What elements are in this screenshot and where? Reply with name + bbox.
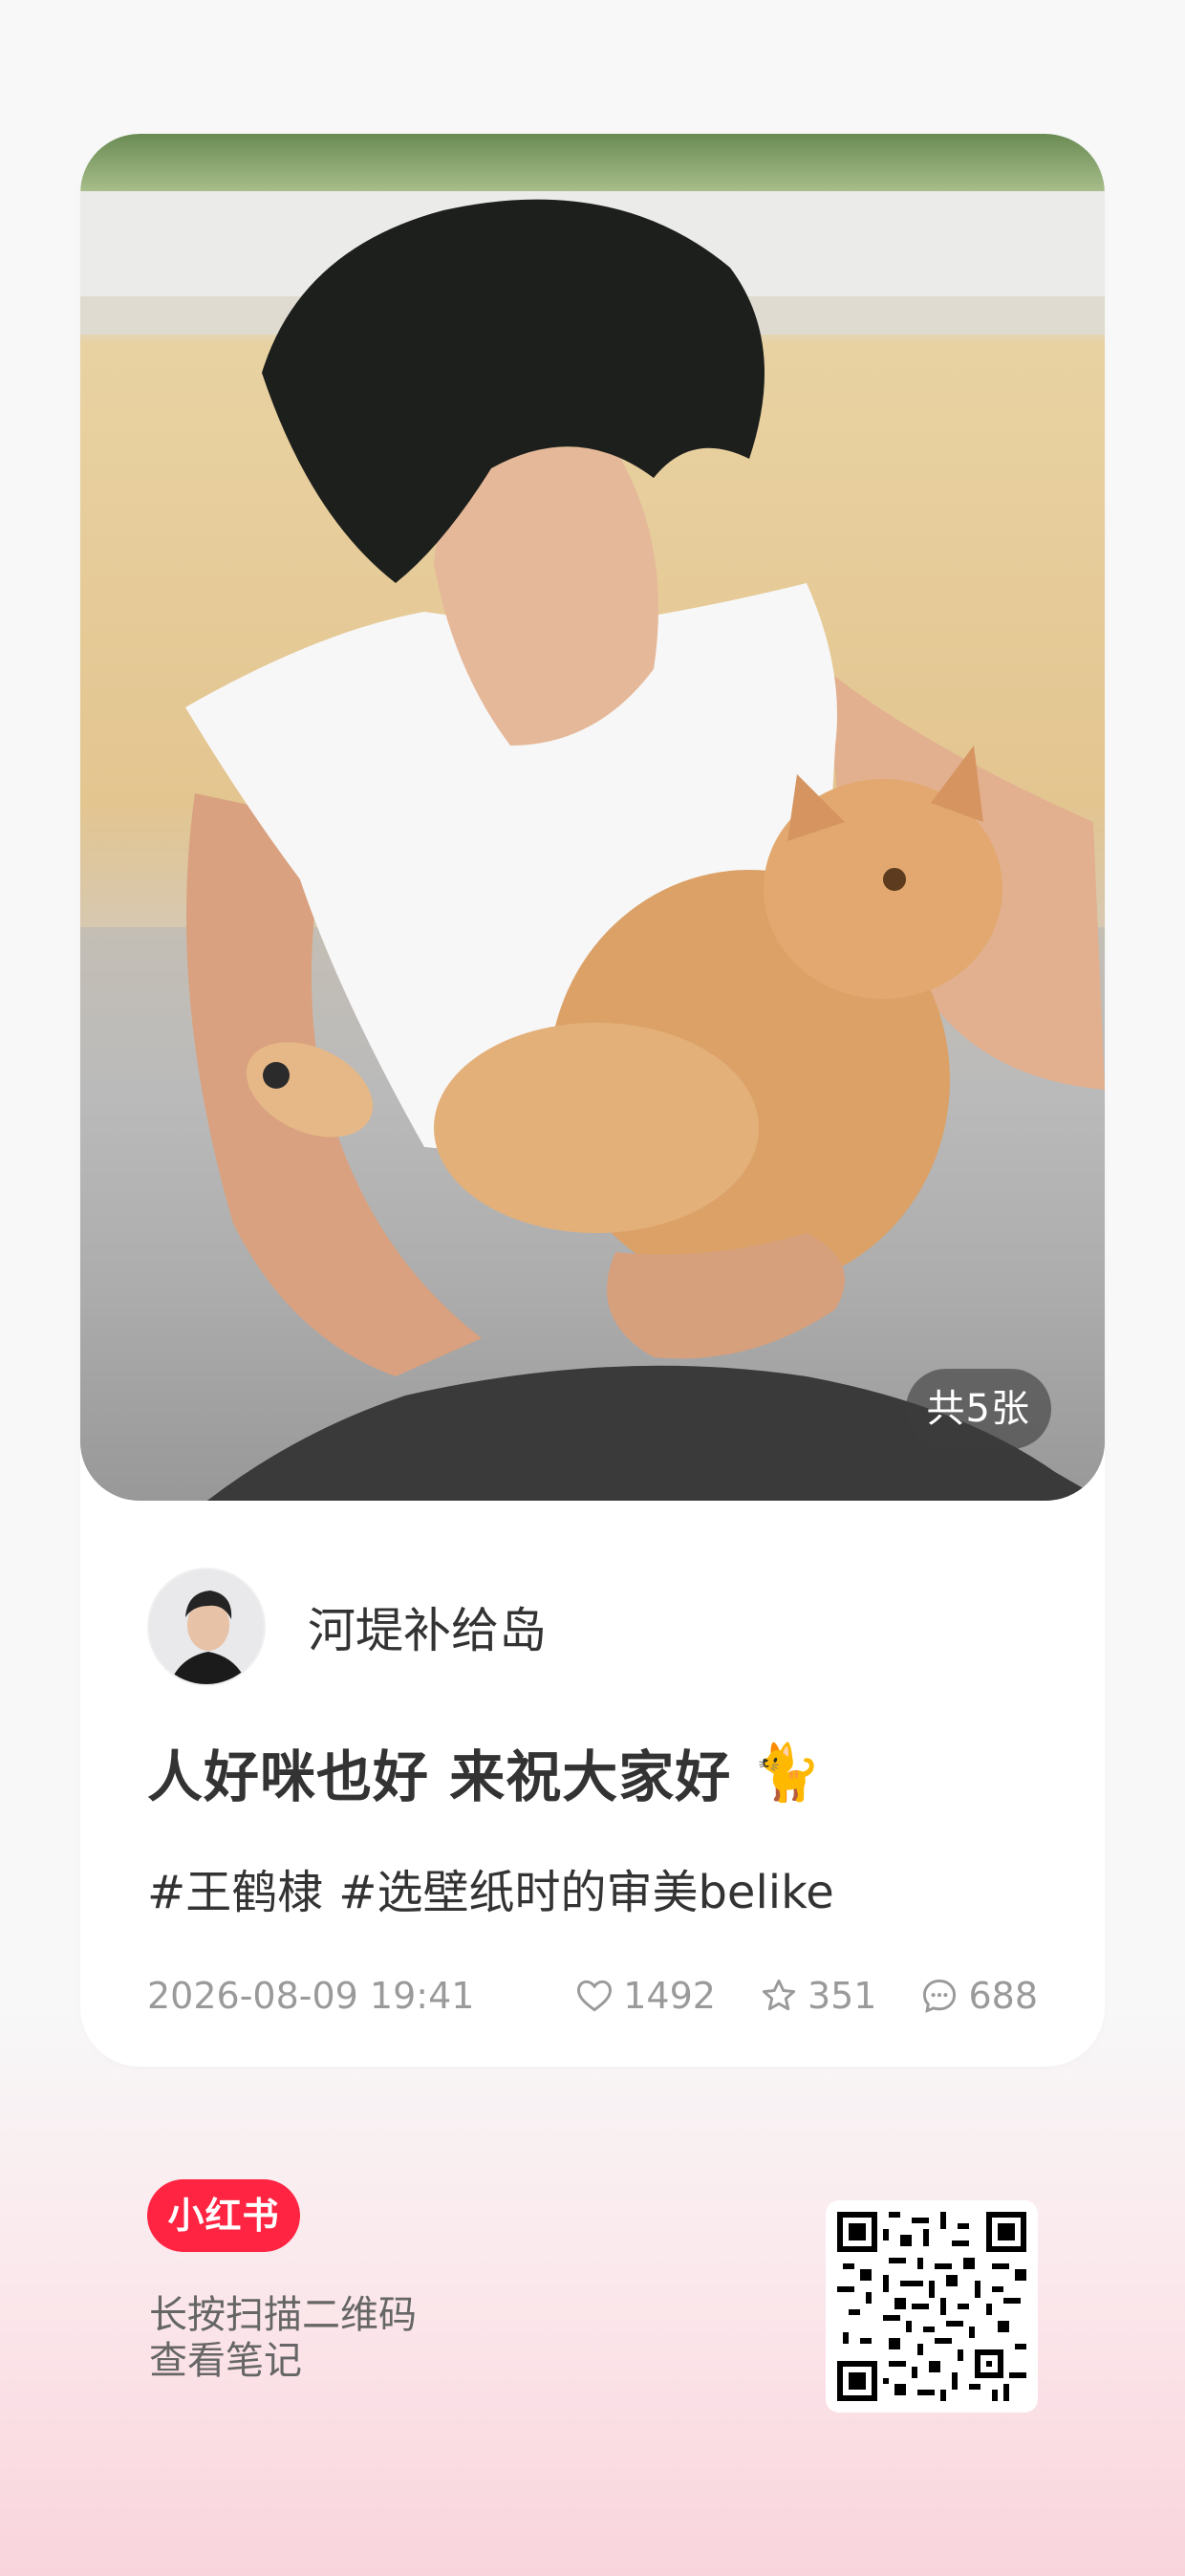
qr-code[interactable] [826, 2200, 1038, 2413]
like-stat[interactable]: 1492 [573, 1975, 716, 2017]
xiaohongshu-logo: 小红书 [147, 2179, 300, 2252]
cat-emoji: 🐈 [752, 1739, 823, 1805]
tag-item[interactable]: #王鹤棣 [147, 1854, 323, 1921]
note-card[interactable]: 共5张 河堤补给岛 人好咪也好 来祝大家好 🐈 #王鹤棣 #选壁纸时的审美bel… [80, 134, 1105, 2067]
avatar[interactable] [147, 1568, 266, 1686]
star-icon [762, 1979, 795, 2011]
author-row[interactable]: 河堤补给岛 [147, 1568, 547, 1686]
avatar-image [149, 1569, 264, 1684]
post-title-text: 人好咪也好 来祝大家好 [147, 1744, 732, 1809]
comment-count: 688 [968, 1975, 1038, 2017]
comment-stat[interactable]: 688 [918, 1975, 1038, 2017]
like-count: 1492 [623, 1975, 716, 2017]
comment-bubble-icon [923, 1979, 957, 2013]
qr-code-icon [837, 2212, 1026, 2401]
qr-hint: 长按扫描二维码 查看笔记 [149, 2292, 417, 2384]
qr-hint-line1: 长按扫描二维码 [149, 2293, 417, 2337]
post-tags: #王鹤棣 #选壁纸时的审美belike [147, 1854, 834, 1921]
heart-icon [577, 1980, 613, 2012]
photo-illustration [80, 191, 1105, 1501]
post-date: 2026-08-09 19:41 [147, 1975, 475, 2017]
post-photo[interactable]: 共5张 [80, 134, 1105, 1501]
post-meta: 2026-08-09 19:41 1492 351 688 [147, 1967, 1038, 2024]
collect-stat[interactable]: 351 [758, 1975, 877, 2017]
collect-count: 351 [807, 1975, 877, 2017]
post-title: 人好咪也好 来祝大家好 🐈 [147, 1732, 822, 1812]
author-name[interactable]: 河堤补给岛 [308, 1592, 547, 1661]
tag-item[interactable]: #选壁纸时的审美belike [338, 1854, 834, 1921]
image-count-badge: 共5张 [905, 1369, 1051, 1449]
qr-hint-line2: 查看笔记 [149, 2339, 302, 2383]
